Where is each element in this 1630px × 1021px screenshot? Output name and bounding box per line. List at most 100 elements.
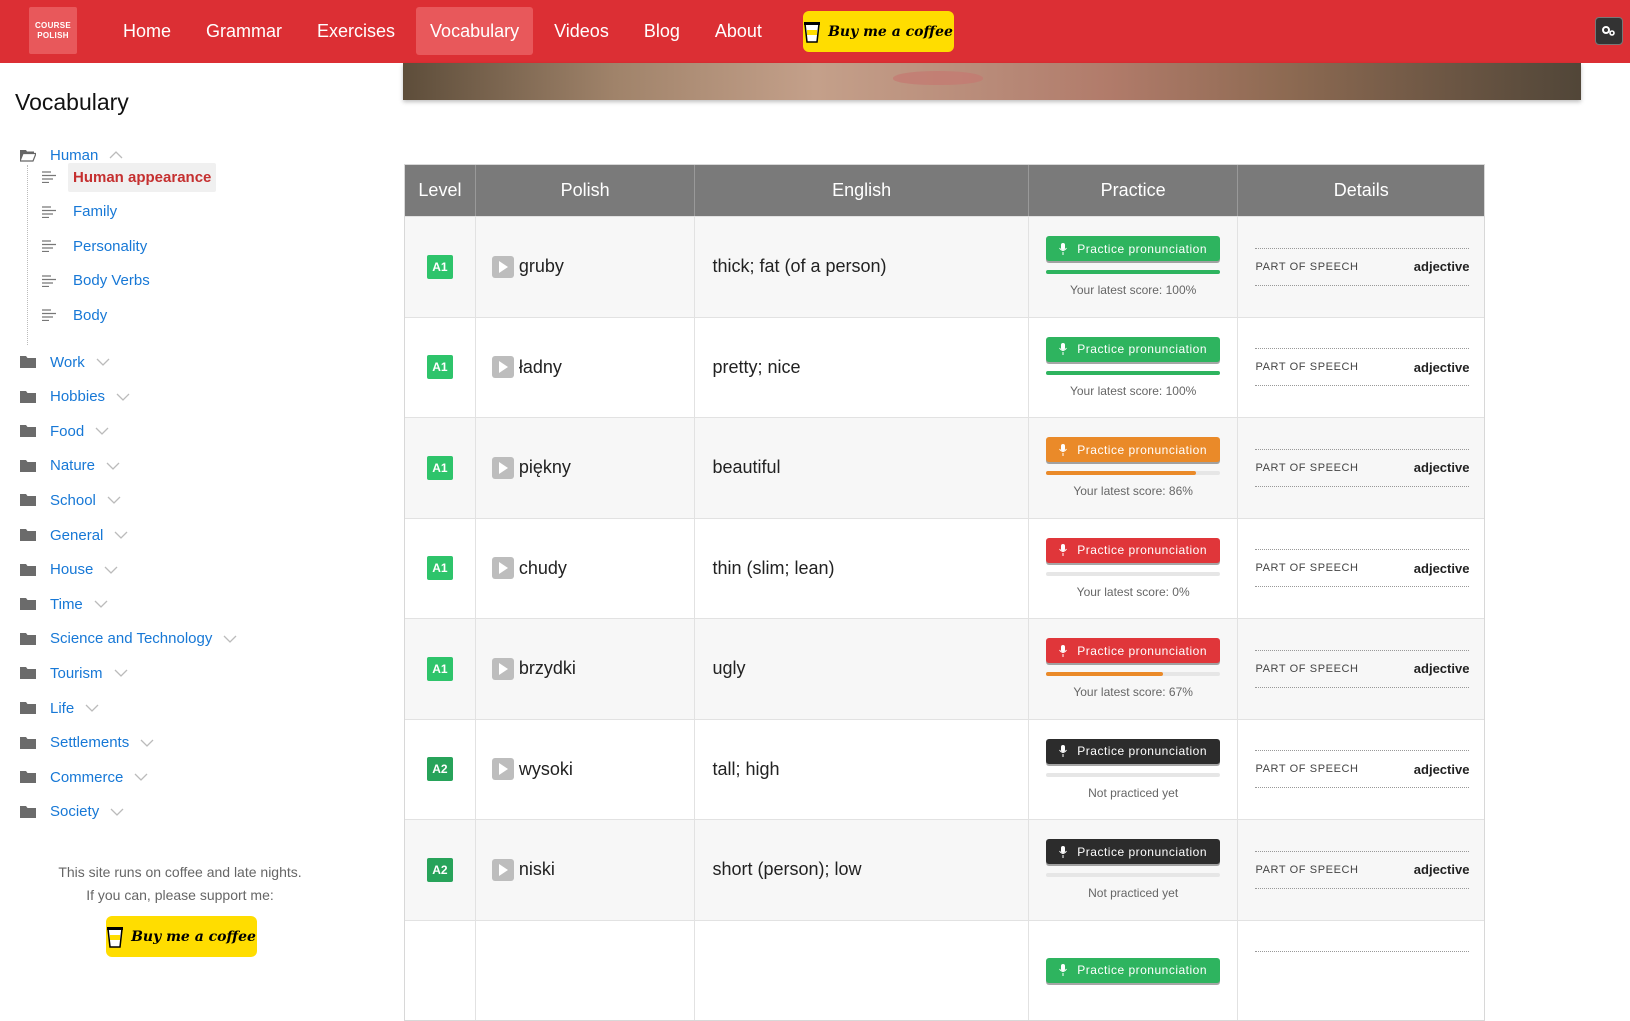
sidebar-category-nature[interactable]: Nature [20,454,120,478]
score-progress-fill [1046,370,1221,375]
chevron-down-icon[interactable] [95,427,109,436]
sidebar-category-general[interactable]: General [20,523,128,547]
chevron-down-icon[interactable] [96,358,110,366]
practice-pronunciation-button[interactable]: Practice pronunciation [1046,957,1221,983]
nav-item-videos[interactable]: Videos [540,7,623,55]
sidebar-buy-coffee-button[interactable]: Buy me a coffee [106,916,257,957]
play-audio-icon [498,260,508,273]
sidebar-subitem-human-appearance[interactable]: Human appearance [42,162,217,192]
cell-details: PART OF SPEECH adjective [1238,820,1484,920]
cell-level [405,920,476,1020]
polish-word: gruby [518,256,564,277]
nav-item-grammar[interactable]: Grammar [192,7,296,55]
latest-score-text: Not practiced yet [1088,785,1179,800]
polish-word: chudy [518,557,567,578]
nav-item-vocabulary[interactable]: Vocabulary [416,7,534,55]
cell-polish: niski [476,820,696,920]
sidebar-category-house[interactable]: House [20,558,118,582]
play-audio-icon [498,662,508,675]
practice-pronunciation-button[interactable]: Practice pronunciation [1046,336,1221,362]
practice-pronunciation-button[interactable]: Practice pronunciation [1046,537,1221,563]
sidebar-subitem-personality[interactable]: Personality [42,231,152,261]
chevron-down-icon[interactable] [223,635,237,643]
sidebar-buy-coffee-label: Buy me a coffee [131,928,256,945]
play-audio-button[interactable] [491,858,514,881]
chevron-down-icon[interactable] [107,496,121,505]
practice-pronunciation-button[interactable]: Practice pronunciation [1046,236,1221,262]
latest-score-text: Your latest score: 100% [1069,383,1197,398]
sidebar-category-tourism[interactable]: Tourism [20,661,128,685]
cell-english: pretty; nice [695,317,1029,417]
chevron-down-icon[interactable] [94,600,108,609]
sidebar-category-school[interactable]: School [20,488,121,512]
practice-pronunciation-button[interactable]: Practice pronunciation [1046,839,1221,865]
play-audio-button[interactable] [491,255,514,278]
nav-item-blog[interactable]: Blog [630,7,694,55]
sidebar-subitem-body[interactable]: Body [42,300,112,330]
chevron-down-icon[interactable] [114,531,128,539]
sidebar-category-life[interactable]: Life [20,696,99,720]
sidebar-subitem-label: Human appearance [68,162,217,192]
play-audio-button[interactable] [491,456,514,479]
polish-word: brzydki [518,658,576,679]
chevron-up-icon[interactable] [109,151,123,159]
play-audio-icon [498,461,508,474]
sidebar-category-society[interactable]: Society [20,800,124,824]
sidebar-subitem-family[interactable]: Family [42,197,122,227]
sidebar-category-work[interactable]: Work [20,350,110,374]
english-translation: ugly [712,658,746,679]
part-of-speech-value: adjective [1413,661,1470,677]
vocabulary-table: Level Polish English Practice Details A1… [404,164,1485,1021]
site-logo[interactable]: COURSE POLISH [29,7,77,54]
play-audio-button[interactable] [491,356,514,379]
nav-item-home[interactable]: Home [109,7,185,55]
folder-icon [20,805,36,818]
sidebar-category-food[interactable]: Food [20,419,109,443]
cell-polish [476,920,696,1020]
chevron-down-icon[interactable] [85,704,99,712]
chevron-down-icon[interactable] [104,566,118,574]
score-progress-bar [1046,270,1221,275]
nav-item-exercises[interactable]: Exercises [303,7,409,55]
practice-pronunciation-label: Practice pronunciation [1077,643,1207,658]
cell-practice: Practice pronunciation [1029,920,1239,1020]
nav-item-about[interactable]: About [701,7,776,55]
play-audio-button[interactable] [491,657,514,680]
play-audio-button[interactable] [491,758,514,781]
practice-pronunciation-button[interactable]: Practice pronunciation [1046,638,1221,664]
list-doc-icon [42,274,56,287]
sidebar-category-settlements[interactable]: Settlements [20,731,154,755]
microphone-icon [1059,544,1068,557]
logo-text-line1: COURSE [34,20,72,30]
folder-icon [20,529,36,541]
play-audio-button[interactable] [491,557,514,580]
cell-english: tall; high [695,719,1029,819]
sidebar-category-hobbies[interactable]: Hobbies [20,385,130,409]
chevron-down-icon[interactable] [110,808,124,816]
sidebar-category-commerce[interactable]: Commerce [20,765,148,789]
sidebar-category-time[interactable]: Time [20,592,108,616]
chevron-down-icon[interactable] [140,739,154,747]
chevron-down-icon[interactable] [134,773,148,782]
score-progress-bar [1046,571,1221,576]
coffee-cup-icon [804,21,821,43]
chevron-down-icon[interactable] [116,393,130,401]
settings-button[interactable] [1595,17,1623,45]
practice-pronunciation-button[interactable]: Practice pronunciation [1046,738,1221,764]
cell-details [1238,921,1484,1021]
buy-coffee-button[interactable]: Buy me a coffee [803,11,954,52]
microphone-icon [1059,745,1068,758]
sidebar-subitem-body-verbs[interactable]: Body Verbs [42,266,155,296]
latest-score-text: Your latest score: 86% [1073,484,1193,499]
sidebar-category-science-and-technology[interactable]: Science and Technology [20,627,237,651]
chevron-down-icon[interactable] [114,669,128,678]
chevron-down-icon[interactable] [106,462,120,470]
nav-menu: Home Grammar Exercises Vocabulary Videos Blog… [109,7,783,55]
sidebar-category-label: Work [50,353,85,371]
cell-practice: Practice pronunciation Not practiced yet [1029,820,1239,920]
practice-pronunciation-button[interactable]: Practice pronunciation [1046,437,1221,463]
table-row: A2 niski short (person); low Practice pronu… [405,819,1484,920]
vocabulary-sidebar: Vocabulary Human Human appearance Family Pe… [0,63,390,960]
cell-english [695,920,1029,1020]
sidebar-category-label: Society [50,803,100,821]
